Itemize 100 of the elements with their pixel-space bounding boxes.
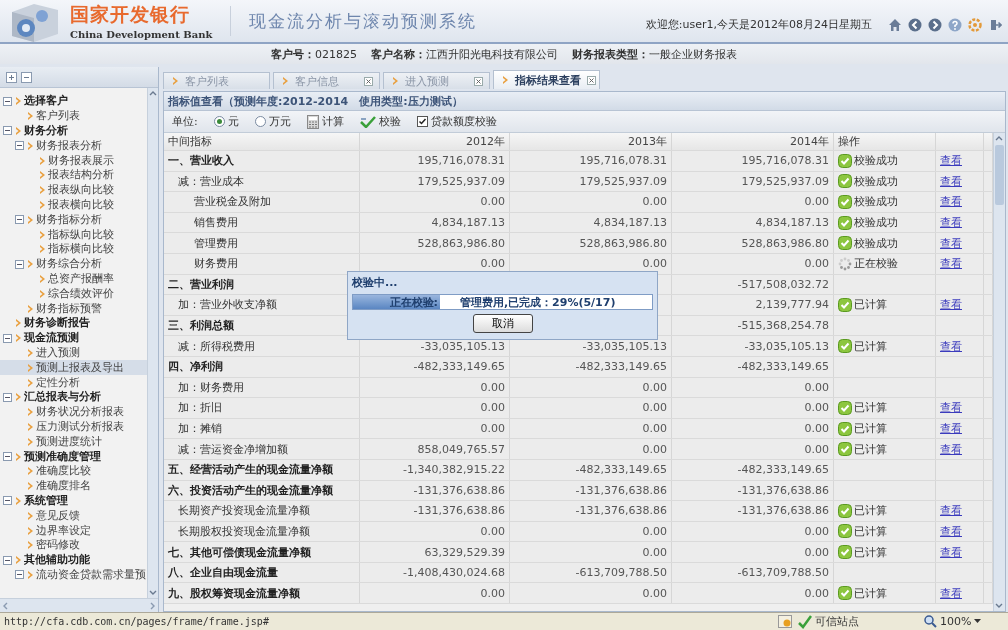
tree-item[interactable]: 报表结构分析: [0, 168, 147, 183]
unit-label: 单位:: [172, 114, 198, 129]
tree-item[interactable]: 准确度比较: [0, 463, 147, 479]
view-link[interactable]: 查看: [940, 400, 962, 416]
toolbar-button[interactable]: 计算: [304, 114, 346, 129]
tree-item[interactable]: 财务分析: [0, 123, 147, 139]
bullet-arrow-icon: [282, 77, 289, 85]
view-link[interactable]: 查看: [940, 215, 962, 231]
tree-item[interactable]: 预测上报表及导出: [0, 360, 147, 376]
tree-item[interactable]: 客户列表: [0, 108, 147, 124]
table-cell: 0.00: [510, 439, 672, 459]
tree-item[interactable]: 报表纵向比较: [0, 182, 147, 198]
cancel-button[interactable]: 取消: [472, 314, 533, 333]
tab[interactable]: 指标结果查看: [493, 70, 600, 89]
tree-item[interactable]: 指标纵向比较: [0, 227, 147, 242]
tree-item[interactable]: 边界率设定: [0, 523, 147, 538]
expand-all-icon[interactable]: [6, 71, 17, 83]
collapse-all-icon[interactable]: [21, 71, 32, 83]
collapse-icon[interactable]: [3, 555, 12, 565]
tree-item[interactable]: 财务指标预警: [0, 301, 147, 316]
collapse-icon[interactable]: [15, 259, 24, 269]
view-link[interactable]: 查看: [940, 153, 962, 169]
back-icon[interactable]: [908, 18, 922, 32]
bullet-arrow-icon: [392, 77, 399, 85]
unit-radio[interactable]: 万元: [252, 114, 293, 129]
tree-item[interactable]: 意见反馈: [0, 508, 147, 524]
view-link[interactable]: 查看: [940, 235, 962, 251]
tree-item[interactable]: 压力测试分析报表: [0, 419, 147, 435]
tree-item[interactable]: 财务报表分析: [0, 138, 147, 154]
tree-item[interactable]: 预测进度统计: [0, 434, 147, 450]
tree-item[interactable]: 综合绩效评价: [0, 286, 147, 302]
tree-item[interactable]: 准确度排名: [0, 478, 147, 494]
tree-item[interactable]: 报表横向比较: [0, 197, 147, 213]
forward-icon[interactable]: [928, 18, 942, 32]
tree-item[interactable]: 密码修改: [0, 537, 147, 553]
collapse-icon[interactable]: [3, 452, 12, 461]
row-label: 六、投资活动产生的现金流量净额: [164, 480, 360, 501]
collapse-icon[interactable]: [3, 333, 12, 343]
view-link[interactable]: 查看: [940, 503, 962, 519]
view-link[interactable]: 查看: [940, 421, 962, 436]
tree-item[interactable]: 财务综合分析: [0, 256, 147, 272]
tree-item[interactable]: 财务诊断报告: [0, 315, 147, 331]
view-link[interactable]: 查看: [940, 441, 962, 457]
table-cell: 179,525,937.09: [360, 171, 510, 192]
radio-icon[interactable]: [213, 116, 225, 127]
checkbox-icon[interactable]: [416, 116, 428, 127]
unit-radio[interactable]: 元: [211, 114, 241, 129]
toolbar-button[interactable]: 校验: [357, 114, 403, 129]
close-icon[interactable]: [474, 76, 483, 86]
checkbox[interactable]: 贷款额度校验: [414, 114, 499, 129]
tree-item[interactable]: 其他辅助功能: [0, 552, 147, 568]
view-link[interactable]: 查看: [940, 194, 962, 210]
collapse-icon[interactable]: [15, 141, 24, 151]
table-cell: -515,368,254.78: [672, 315, 834, 336]
scrollbar-thumb[interactable]: [995, 145, 1004, 205]
row-label: 九、股权筹资现金流量净额: [164, 583, 360, 604]
tree-item[interactable]: 系统管理: [0, 493, 147, 509]
tree-item[interactable]: 流动资金贷款需求量预: [0, 567, 147, 583]
caret-icon[interactable]: [974, 619, 982, 624]
zoom-icon[interactable]: [924, 615, 937, 628]
tree-item[interactable]: 进入预测: [0, 345, 147, 361]
tree-item[interactable]: 财务状况分析报表: [0, 404, 147, 420]
collapse-icon[interactable]: [3, 392, 12, 402]
view-link[interactable]: 查看: [940, 524, 962, 539]
tree-item[interactable]: 选择客户: [0, 94, 147, 109]
field-value: 江西升阳光电科技有限公司: [426, 47, 558, 61]
home-icon[interactable]: [888, 18, 902, 32]
bank-name: 国家开发银行: [70, 2, 191, 27]
view-link[interactable]: 查看: [940, 585, 962, 601]
view-link[interactable]: 查看: [940, 338, 962, 354]
view-link[interactable]: 查看: [940, 256, 962, 272]
close-icon[interactable]: [587, 75, 596, 85]
collapse-icon[interactable]: [15, 215, 24, 225]
radio-icon[interactable]: [254, 116, 266, 127]
collapse-icon[interactable]: [15, 570, 24, 580]
row-label: 五、经营活动产生的现金流量净额: [164, 459, 360, 480]
tree-item[interactable]: 财务指标分析: [0, 212, 147, 228]
status-text: 已计算: [854, 297, 887, 313]
zoom-level[interactable]: 100%: [940, 615, 972, 628]
tree-item[interactable]: 指标横向比较: [0, 241, 147, 257]
view-link[interactable]: 查看: [940, 173, 962, 189]
view-link[interactable]: 查看: [940, 544, 962, 560]
collapse-icon[interactable]: [3, 126, 12, 136]
close-icon[interactable]: [364, 76, 373, 86]
view-link[interactable]: 查看: [940, 297, 962, 313]
collapse-icon[interactable]: [3, 96, 12, 106]
row-label: 一、营业收入: [164, 151, 360, 171]
tree-item[interactable]: 预测准确度管理: [0, 449, 147, 464]
table-cell: 0.00: [510, 192, 672, 212]
tree-item[interactable]: 总资产报酬率: [0, 271, 147, 287]
collapse-icon[interactable]: [3, 496, 12, 506]
table-cell: 0.00: [360, 521, 510, 542]
table-cell: -482,333,149.65: [360, 356, 510, 377]
tree-item[interactable]: 定性分析: [0, 375, 147, 390]
tree-item[interactable]: 财务报表展示: [0, 153, 147, 168]
table-cell: 4,834,187.13: [672, 212, 834, 233]
table-cell: 0.00: [510, 583, 672, 604]
tree-item[interactable]: 汇总报表与分析: [0, 389, 147, 405]
tree-item[interactable]: 现金流预测: [0, 330, 147, 346]
exit-icon[interactable]: [988, 18, 1002, 32]
